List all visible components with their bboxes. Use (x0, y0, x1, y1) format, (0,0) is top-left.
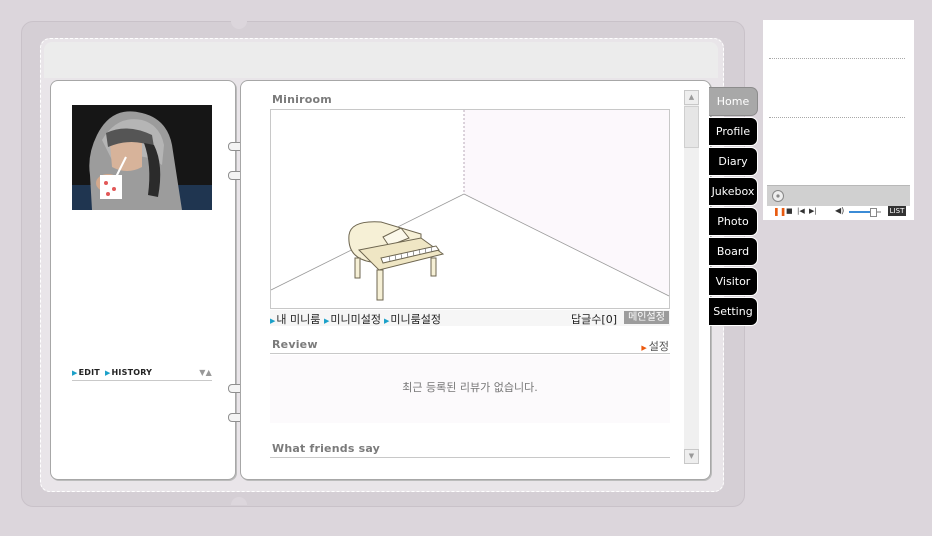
binder-top-bar (44, 42, 718, 78)
miniroom-link-bar: ▶내 미니룸 ▶미니미설정 ▶미니룸설정 답글수[0] 메인설정 (270, 310, 670, 326)
music-player-display (767, 185, 910, 206)
piano-furniture (348, 221, 445, 301)
tab-diary[interactable]: Diary (709, 147, 758, 176)
volume-knob[interactable] (870, 208, 877, 217)
next-track-icon[interactable]: ▶| (809, 207, 817, 215)
widget-divider-2 (769, 117, 905, 118)
miniroom-setting-link[interactable]: ▶미니룸설정 (384, 311, 441, 327)
friends-title: What friends say (272, 442, 381, 455)
playlist-button[interactable]: LIST (888, 206, 906, 216)
tab-profile[interactable]: Profile (709, 117, 758, 146)
stop-icon[interactable]: ■ (786, 207, 793, 215)
volume-icon: ◀) (835, 206, 845, 215)
history-link[interactable]: ▶HISTORY (105, 368, 152, 377)
review-divider (270, 353, 670, 354)
tab-photo[interactable]: Photo (709, 207, 758, 236)
main-setting-button[interactable]: 메인설정 (624, 311, 669, 324)
review-setting-marker-icon: ▶ (641, 344, 647, 352)
tab-setting[interactable]: Setting (709, 297, 758, 326)
miniroom-room-drawing (270, 110, 670, 301)
scroll-up-icon[interactable]: ▲ (684, 90, 699, 105)
my-miniroom-marker-icon: ▶ (270, 317, 276, 325)
review-title: Review (272, 338, 318, 351)
scroll-thumb[interactable] (684, 106, 699, 148)
edit-history-bar: ▶EDIT ▶HISTORY ▼▲ (72, 368, 212, 381)
profile-photo[interactable] (72, 105, 212, 210)
tab-home[interactable]: Home (709, 87, 758, 116)
miniroom-setting-marker-icon: ▶ (384, 317, 390, 325)
tab-visitor[interactable]: Visitor (709, 267, 758, 296)
review-empty-message: 최근 등록된 리뷰가 없습니다. (270, 355, 670, 423)
cd-icon (772, 190, 784, 202)
history-marker-icon: ▶ (104, 369, 111, 377)
volume-slider[interactable] (849, 208, 881, 217)
minimi-setting-link[interactable]: ▶미니미설정 (324, 311, 381, 327)
pause-icon[interactable]: ❚❚ (773, 207, 786, 216)
sort-toggle-icon[interactable]: ▼▲ (199, 368, 212, 377)
friends-divider (270, 457, 670, 458)
widget-divider-1 (769, 58, 905, 59)
profile-photo-image (72, 105, 212, 210)
minimi-setting-marker-icon: ▶ (324, 317, 330, 325)
review-setting-link[interactable]: ▶ 설정 (641, 338, 669, 354)
my-miniroom-link[interactable]: ▶내 미니룸 (270, 311, 320, 327)
edit-link[interactable]: ▶EDIT (72, 368, 100, 377)
tab-board[interactable]: Board (709, 237, 758, 266)
prev-track-icon[interactable]: |◀ (797, 207, 805, 215)
edit-marker-icon: ▶ (72, 369, 78, 377)
tab-jukebox[interactable]: Jukebox (709, 177, 758, 206)
miniroom-title: Miniroom (272, 93, 332, 106)
reply-count[interactable]: 답글수[0] (571, 311, 617, 327)
music-player-controls: ❚❚ ■ |◀ ▶| ◀) LIST (767, 206, 910, 218)
scroll-down-icon[interactable]: ▼ (684, 449, 699, 464)
miniroom-canvas[interactable] (270, 109, 670, 309)
